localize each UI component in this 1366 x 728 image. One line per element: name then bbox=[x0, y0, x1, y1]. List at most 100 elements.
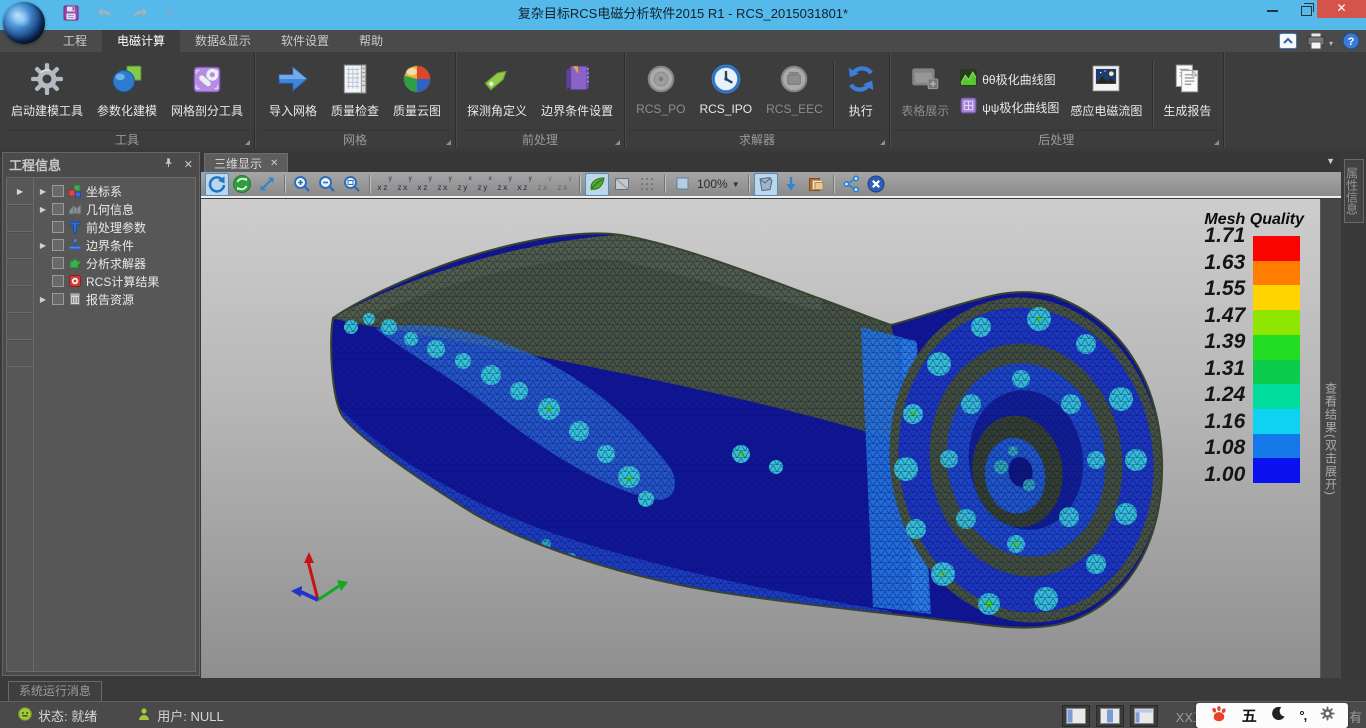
zoom-window-button[interactable] bbox=[340, 173, 364, 196]
ime-punct-button[interactable]: °, bbox=[1299, 708, 1306, 723]
import-mesh-button[interactable]: 导入网格 bbox=[262, 55, 324, 120]
tree-checkbox[interactable] bbox=[52, 239, 64, 251]
tree-checkbox[interactable] bbox=[52, 257, 64, 269]
quality-check-icon bbox=[338, 56, 372, 102]
psi-polar-curve-button[interactable]: ψψ极化曲线图 bbox=[960, 97, 1059, 117]
menu-tab-project[interactable]: 工程 bbox=[48, 30, 102, 52]
execute-button[interactable]: 执行 bbox=[837, 55, 885, 120]
view-orientation-button-10[interactable]: yzx bbox=[555, 174, 574, 195]
sidebar-item-preprocess-params[interactable]: 前处理参数 bbox=[34, 218, 195, 236]
expand-arrow-icon[interactable]: ▶ bbox=[38, 295, 48, 304]
view-axis-sup: y bbox=[428, 175, 432, 182]
rcs-ipo-button[interactable]: RCS_IPO bbox=[692, 55, 759, 117]
redo-button[interactable] bbox=[130, 5, 150, 21]
mesh-model[interactable] bbox=[201, 199, 1320, 678]
theta-polar-curve-button[interactable]: θθ极化曲线图 bbox=[960, 69, 1059, 89]
view-orientation-button-6[interactable]: xzy bbox=[475, 174, 494, 195]
ime-moon-icon[interactable] bbox=[1271, 706, 1286, 726]
fit-view-button[interactable] bbox=[255, 173, 279, 196]
launch-modeling-tool-button[interactable]: 启动建模工具 bbox=[4, 55, 90, 120]
sidebar-item-report-resources[interactable]: ▶报告资源 bbox=[34, 290, 195, 308]
close-panel-icon[interactable]: ✕ bbox=[184, 158, 193, 171]
sidebar-item-coordinate-system[interactable]: ▶坐标系 bbox=[34, 182, 195, 200]
boundary-condition-set-button[interactable]: 边界条件设置 bbox=[534, 55, 620, 120]
table-display-button[interactable]: 表格展示 bbox=[894, 55, 956, 120]
parametric-modeling-button[interactable]: 参数化建模 bbox=[90, 55, 164, 120]
quality-check-button[interactable]: 质量检查 bbox=[324, 55, 386, 120]
menu-tab-data-display[interactable]: 数据&显示 bbox=[180, 30, 266, 52]
tree-checkbox[interactable] bbox=[52, 275, 64, 287]
tab-list-dropdown-icon[interactable]: ▼ bbox=[1326, 156, 1335, 166]
app-logo-icon[interactable] bbox=[3, 2, 45, 44]
grid-button[interactable] bbox=[635, 173, 659, 196]
share-button[interactable] bbox=[839, 173, 863, 196]
tree-checkbox[interactable] bbox=[52, 221, 64, 233]
mesh-partition-tool-button[interactable]: 网格剖分工具 bbox=[164, 55, 250, 120]
delete-button[interactable] bbox=[864, 173, 888, 196]
close-tab-icon[interactable]: ✕ bbox=[270, 158, 278, 169]
status-ready-icon bbox=[18, 707, 32, 724]
zoom-dropdown-icon[interactable]: ▼ bbox=[732, 180, 740, 189]
expand-arrow-icon[interactable]: ▶ bbox=[38, 241, 48, 250]
expand-arrow-icon[interactable]: ▶ bbox=[38, 205, 48, 214]
ribbon-group-name: 求解器 bbox=[630, 130, 884, 147]
tree-checkbox[interactable] bbox=[52, 203, 64, 215]
layout-left-button[interactable] bbox=[1062, 705, 1090, 727]
view-orientation-button-3[interactable]: yxz bbox=[415, 174, 434, 195]
restore-button[interactable] bbox=[1298, 4, 1314, 18]
close-button[interactable]: ✕ bbox=[1317, 0, 1366, 18]
view-orientation-button-5[interactable]: xzy bbox=[455, 174, 474, 195]
view-orientation-button-2[interactable]: yzx bbox=[395, 174, 414, 195]
shaded-view-button[interactable] bbox=[585, 173, 609, 196]
ime-logo-icon[interactable] bbox=[1209, 704, 1228, 728]
capture-button[interactable] bbox=[804, 173, 828, 196]
view-orientation-button-1[interactable]: yxz bbox=[375, 174, 394, 195]
save-button[interactable] bbox=[62, 4, 80, 22]
print-dropdown-icon[interactable]: ▾ bbox=[1329, 39, 1333, 48]
tab-3d-display[interactable]: 三维显示 ✕ bbox=[204, 153, 288, 172]
zoom-in-button[interactable] bbox=[290, 173, 314, 196]
ime-mode-button[interactable]: 五 bbox=[1242, 705, 1257, 726]
tab-system-messages[interactable]: 系统运行消息 bbox=[8, 681, 102, 701]
wireframe-button[interactable] bbox=[610, 173, 634, 196]
zoom-level-control[interactable]: 100%▼ bbox=[670, 174, 743, 194]
results-side-strip: 查看结果(双击展开) bbox=[1320, 199, 1341, 678]
collapse-ribbon-button[interactable] bbox=[1279, 33, 1297, 54]
minimize-button[interactable] bbox=[1264, 4, 1280, 18]
tree-checkbox[interactable] bbox=[52, 185, 64, 197]
orbit-button[interactable] bbox=[230, 173, 254, 196]
view-orientation-button-9[interactable]: yzx bbox=[535, 174, 554, 195]
layout-center-button[interactable] bbox=[1096, 705, 1124, 727]
tab-view-results[interactable]: 查看结果(双击展开) bbox=[1323, 382, 1340, 496]
quality-cloud-button[interactable]: 质量云图 bbox=[386, 55, 448, 120]
expand-arrow-icon[interactable]: ▶ bbox=[38, 187, 48, 196]
arrow-down-button[interactable] bbox=[779, 173, 803, 196]
ime-settings-icon[interactable] bbox=[1320, 706, 1335, 726]
rcs-eec-button[interactable]: RCS_EEC bbox=[759, 55, 830, 117]
view-orientation-button-8[interactable]: yxz bbox=[515, 174, 534, 195]
rotate-view-button[interactable] bbox=[205, 173, 229, 196]
induced-current-map-button[interactable]: 感应电磁流图 bbox=[1063, 55, 1149, 120]
tab-property-info[interactable]: 属性信息 bbox=[1344, 159, 1364, 223]
menu-tab-settings[interactable]: 软件设置 bbox=[266, 30, 344, 52]
tree-checkbox[interactable] bbox=[52, 293, 64, 305]
layout-right-button[interactable] bbox=[1130, 705, 1158, 727]
3d-viewport[interactable]: Mesh Quality 1.711.631.551.471.391.311.2… bbox=[201, 199, 1320, 678]
mesh-model-canvas[interactable] bbox=[201, 199, 1320, 678]
menu-tab-em-compute[interactable]: 电磁计算 bbox=[102, 30, 180, 52]
sidebar-item-boundary-conditions[interactable]: ▶边界条件 bbox=[34, 236, 195, 254]
rcs-po-button[interactable]: RCS_PO bbox=[629, 55, 692, 117]
menu-tab-help[interactable]: 帮助 bbox=[344, 30, 398, 52]
view-orientation-button-7[interactable]: yzx bbox=[495, 174, 514, 195]
zoom-out-button[interactable] bbox=[315, 173, 339, 196]
generate-report-button[interactable]: 生成报告 bbox=[1156, 55, 1218, 120]
select-region-button[interactable] bbox=[754, 173, 778, 196]
view-orientation-button-4[interactable]: yzx bbox=[435, 174, 454, 195]
sidebar-item-rcs-results[interactable]: RCS计算结果 bbox=[34, 272, 195, 290]
quick-access-dropdown-icon[interactable] bbox=[165, 8, 175, 18]
sidebar-item-geometry-info[interactable]: ▶几何信息 bbox=[34, 200, 195, 218]
sidebar-item-analysis-solver[interactable]: 分析求解器 bbox=[34, 254, 195, 272]
probe-angle-define-button[interactable]: 探测角定义 bbox=[460, 55, 534, 120]
undo-button[interactable] bbox=[95, 5, 115, 21]
pin-panel-icon[interactable] bbox=[163, 157, 174, 171]
